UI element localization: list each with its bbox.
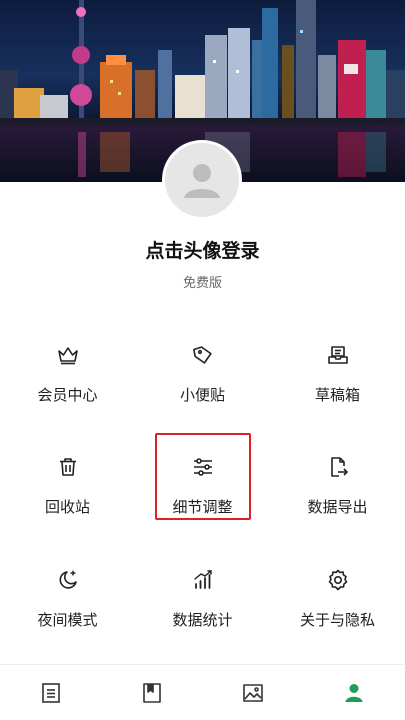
draft-icon <box>325 342 351 368</box>
menu-item-drafts[interactable]: 草稿箱 <box>270 330 405 430</box>
menu-item-label: 回收站 <box>44 498 90 516</box>
crown-icon <box>55 342 81 368</box>
menu-item-label: 小便贴 <box>179 386 225 404</box>
menu-item-data-export[interactable]: 数据导出 <box>270 442 405 542</box>
menu-item-night-mode[interactable]: 夜间模式 <box>0 555 135 655</box>
menu-item-statistics[interactable]: 数据统计 <box>135 555 270 655</box>
menu-item-label: 细节调整 <box>172 498 233 516</box>
profile-icon <box>345 683 363 702</box>
avatar-button[interactable] <box>162 140 242 220</box>
plan-label: 免费版 <box>182 276 222 291</box>
menu-item-label: 草稿箱 <box>314 386 360 404</box>
menu-item-label: 数据导出 <box>307 498 368 516</box>
image-icon <box>243 683 263 702</box>
bottom-nav <box>0 665 405 720</box>
menu-item-membership[interactable]: 会员中心 <box>0 330 135 430</box>
nav-tab-notes[interactable] <box>0 665 101 720</box>
stats-icon <box>190 567 216 593</box>
export-icon <box>325 454 351 480</box>
menu-item-label: 会员中心 <box>37 386 98 404</box>
menu-item-label: 关于与隐私 <box>299 611 375 629</box>
login-prompt[interactable]: 点击头像登录 <box>0 236 405 263</box>
notes-icon <box>41 682 60 703</box>
bookmark-icon <box>143 682 161 703</box>
menu-item-sticky-notes[interactable]: 小便贴 <box>135 330 270 430</box>
user-silhouette-icon <box>184 164 220 198</box>
gear-icon <box>325 567 351 593</box>
tag-icon <box>190 342 216 368</box>
sliders-icon <box>190 454 216 480</box>
nav-tab-images[interactable] <box>203 665 304 720</box>
nav-tab-profile[interactable] <box>304 665 405 720</box>
menu-item-detail-adjust[interactable]: 细节调整 <box>135 442 270 542</box>
trash-icon <box>55 454 81 480</box>
nav-tab-bookmarks[interactable] <box>101 665 202 720</box>
menu-item-label: 数据统计 <box>172 611 233 629</box>
menu-item-about-privacy[interactable]: 关于与隐私 <box>270 555 405 655</box>
moon-icon <box>55 567 81 593</box>
menu-item-label: 夜间模式 <box>37 611 98 629</box>
menu-item-recycle-bin[interactable]: 回收站 <box>0 442 135 542</box>
